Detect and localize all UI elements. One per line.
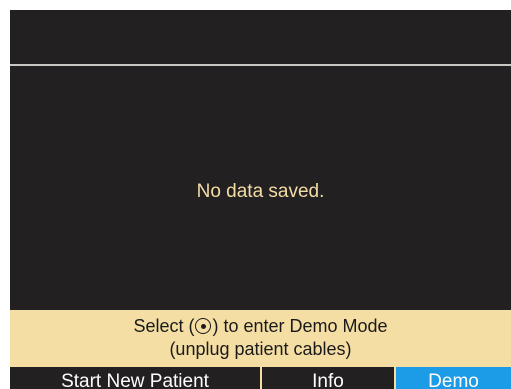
prompt-line-1: Select ( ) to enter Demo Mode — [10, 310, 511, 338]
prompt-select-text: Select ( — [133, 316, 195, 336]
prompt-demo-text: ) to enter Demo Mode — [212, 316, 388, 336]
header-area — [10, 10, 511, 64]
demo-mode-prompt: Select ( ) to enter Demo Mode (unplug pat… — [10, 310, 511, 367]
start-new-patient-button[interactable]: Start New Patient — [10, 367, 262, 389]
softkey-bar: Start New Patient Info Demo — [10, 367, 511, 389]
info-button[interactable]: Info — [262, 367, 396, 389]
main-area: No data saved. — [10, 66, 511, 310]
prompt-line-2: (unplug patient cables) — [169, 339, 352, 359]
device-screen: No data saved. Select ( ) to enter Demo M… — [10, 10, 511, 389]
demo-button[interactable]: Demo — [396, 367, 511, 389]
no-data-message: No data saved. — [196, 181, 325, 202]
select-dot-icon — [195, 318, 212, 334]
